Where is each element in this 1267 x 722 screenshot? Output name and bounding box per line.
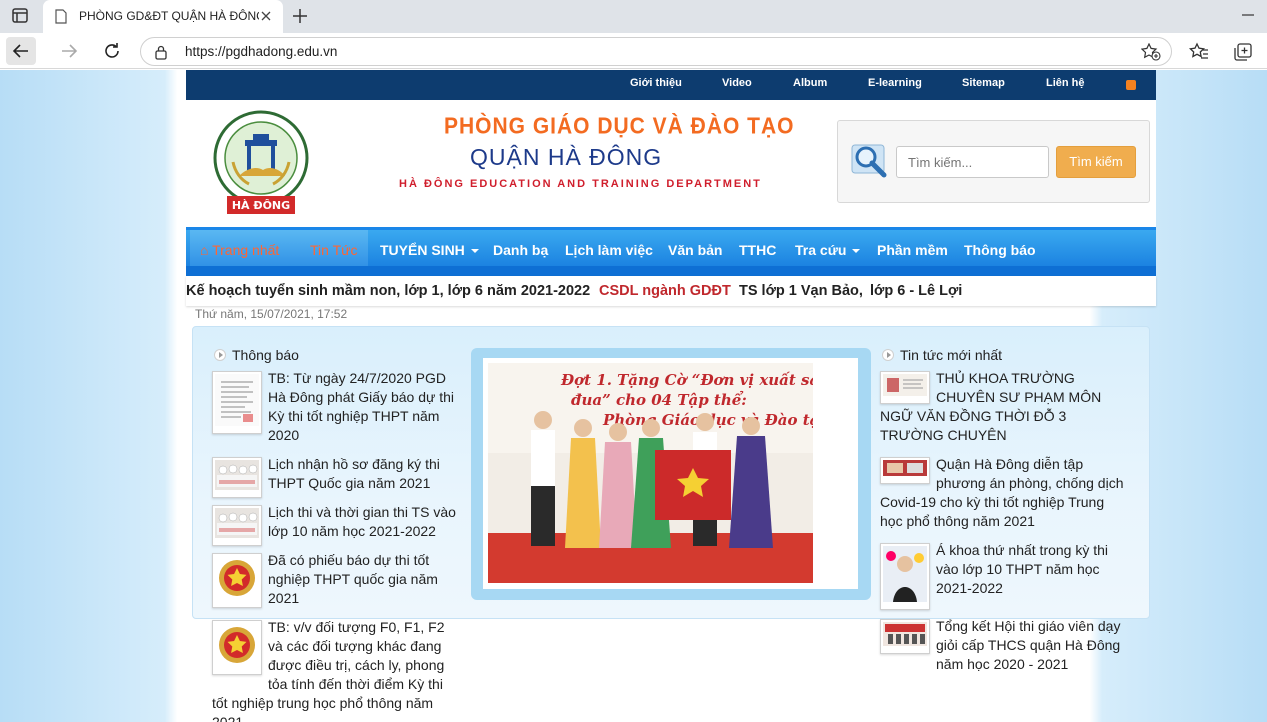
left-heading-label: Thông báo xyxy=(232,347,299,363)
slide-caption-line2: đua” cho 04 Tập thể: xyxy=(571,391,747,409)
article-thumbnail[interactable] xyxy=(880,457,930,484)
list-item-title: Tổng kết Hội thi giáo viên dạy giỏi cấp … xyxy=(936,618,1121,672)
logo-text: HÀ ĐÔNG xyxy=(232,199,290,212)
topnav-link-gioi-thieu[interactable]: Giới thiệu xyxy=(630,77,682,89)
list-item-title: Lịch nhận hồ sơ đăng ký thi THPT Quốc gi… xyxy=(268,456,440,491)
minimize-icon[interactable] xyxy=(1241,8,1255,22)
article-thumbnail[interactable] xyxy=(880,543,930,610)
url-text: https://pgdhadong.edu.vn xyxy=(185,44,338,59)
search-icon xyxy=(850,141,890,181)
topnav-link-sitemap[interactable]: Sitemap xyxy=(962,77,1005,89)
topnav-link-album[interactable]: Album xyxy=(793,77,827,89)
search-input[interactable] xyxy=(896,146,1049,178)
caret-down-icon xyxy=(852,249,861,254)
rss-icon[interactable] xyxy=(1126,80,1136,90)
news-ticker: Kế hoạch tuyển sinh mầm non, lớp 1, lớp … xyxy=(186,276,1156,306)
list-item[interactable]: Á khoa thứ nhất trong kỳ thi vào lớp 10 … xyxy=(880,541,1130,612)
list-item-title: Á khoa thứ nhất trong kỳ thi vào lớp 10 … xyxy=(936,542,1109,596)
document-thumbnail[interactable] xyxy=(212,371,262,434)
featured-photo[interactable]: Đợt 1. Tặng Cờ “Đơn vị xuất sắc p đua” c… xyxy=(483,358,858,589)
list-item[interactable]: Lịch nhận hồ sơ đăng ký thi THPT Quốc gi… xyxy=(212,455,462,500)
slide-caption-line3: Phòng Giáo dục và Đào tạo c xyxy=(602,411,844,429)
browser-tab[interactable]: PHÒNG GD&ĐT QUẬN HÀ ĐÔNG xyxy=(43,0,283,33)
ticker-item[interactable]: TS lớp 1 Vạn Bảo, xyxy=(739,283,863,299)
topnav-link-lien-he[interactable]: Liên hệ xyxy=(1046,77,1085,89)
list-item[interactable]: TB: v/v đối tượng F0, F1, F2 và các đối … xyxy=(212,618,462,722)
award-flag xyxy=(655,450,731,520)
right-heading-label: Tin tức mới nhất xyxy=(900,347,1003,363)
list-item[interactable]: Đã có phiếu báo dự thi tốt nghiệp THPT q… xyxy=(212,551,462,610)
favorites-icon[interactable] xyxy=(1188,41,1210,63)
featured-slideshow[interactable]: Đợt 1. Tặng Cờ “Đơn vị xuất sắc p đua” c… xyxy=(471,348,871,600)
site-title-line2: QUẬN HÀ ĐÔNG xyxy=(470,144,663,170)
reload-button[interactable] xyxy=(97,37,127,65)
students-thumbnail[interactable] xyxy=(212,505,262,546)
bullet-icon xyxy=(214,349,226,361)
list-item[interactable]: THỦ KHOA TRƯỜNG CHUYÊN SƯ PHẠM MÔN NGỮ V… xyxy=(880,369,1130,445)
right-column-heading: Tin tức mới nhất xyxy=(882,347,1002,363)
caret-down-icon xyxy=(470,249,479,254)
back-button[interactable] xyxy=(6,37,36,65)
tab-actions-icon[interactable] xyxy=(8,5,32,27)
page-icon xyxy=(55,9,67,24)
add-favorite-icon[interactable] xyxy=(1140,42,1161,64)
list-item[interactable]: Lịch thi và thời gian thi TS vào lớp 10 … xyxy=(212,503,462,548)
lock-icon[interactable] xyxy=(154,44,168,63)
site-title-line1: PHÒNG GIÁO DỤC VÀ ĐÀO TẠO xyxy=(444,114,795,139)
nav-tuyen-sinh-label: TUYỂN SINH xyxy=(380,242,465,258)
nav-home-label: Trang nhất xyxy=(212,242,280,258)
site-title-line3: HÀ ĐÔNG EDUCATION AND TRAINING DEPARTMEN… xyxy=(399,178,762,190)
nav-tra-cuu-label: Tra cứu xyxy=(795,242,847,258)
list-item[interactable]: Tổng kết Hội thi giáo viên dạy giỏi cấp … xyxy=(880,617,1130,674)
article-thumbnail[interactable] xyxy=(880,371,930,404)
bullet-icon xyxy=(882,349,894,361)
nav-bottom-strip xyxy=(186,266,1156,276)
browser-tab-bar: PHÒNG GD&ĐT QUẬN HÀ ĐÔNG xyxy=(0,0,1267,33)
site-header: HÀ ĐÔNG PHÒNG GIÁO DỤC VÀ ĐÀO TẠO QUẬN H… xyxy=(186,100,1156,227)
list-item-title: TB: Từ ngày 24/7/2020 PGD Hà Đông phát G… xyxy=(268,370,455,443)
collections-icon[interactable] xyxy=(1232,41,1254,63)
topnav-link-elearning[interactable]: E-learning xyxy=(868,77,922,89)
tab-title: PHÒNG GD&ĐT QUẬN HÀ ĐÔNG xyxy=(79,9,259,23)
ticker-item[interactable]: lớp 6 - Lê Lợi xyxy=(870,283,962,299)
search-box: Tìm kiếm xyxy=(837,120,1150,203)
emblem-thumbnail[interactable] xyxy=(212,553,262,608)
forward-button[interactable] xyxy=(54,37,84,65)
url-field[interactable]: https://pgdhadong.edu.vn xyxy=(140,37,1172,66)
list-item[interactable]: TB: Từ ngày 24/7/2020 PGD Hà Đông phát G… xyxy=(212,369,462,445)
left-column-heading: Thông báo xyxy=(214,347,299,363)
site-logo[interactable]: HÀ ĐÔNG xyxy=(209,110,313,220)
article-thumbnail[interactable] xyxy=(880,619,930,654)
new-tab-icon[interactable] xyxy=(290,6,310,26)
search-button[interactable]: Tìm kiếm xyxy=(1056,146,1136,178)
address-bar: https://pgdhadong.edu.vn xyxy=(0,33,1267,69)
topnav-link-video[interactable]: Video xyxy=(722,77,752,89)
page-container: Giới thiệu Video Album E-learning Sitema… xyxy=(186,70,1156,722)
top-navigation: Giới thiệu Video Album E-learning Sitema… xyxy=(186,70,1156,100)
emblem-thumbnail[interactable] xyxy=(212,620,262,675)
list-item[interactable]: Quận Hà Đông diễn tập phương án phòng, c… xyxy=(880,455,1130,531)
list-item-title: Đã có phiếu báo dự thi tốt nghiệp THPT q… xyxy=(268,552,438,606)
current-datetime: Thứ năm, 15/07/2021, 17:52 xyxy=(195,307,348,321)
close-icon[interactable] xyxy=(259,9,273,23)
slide-caption-line1: Đợt 1. Tặng Cờ “Đơn vị xuất sắc p xyxy=(560,371,845,389)
students-thumbnail[interactable] xyxy=(212,457,262,498)
list-item-title: Lịch thi và thời gian thi TS vào lớp 10 … xyxy=(268,504,456,539)
web-page: Giới thiệu Video Album E-learning Sitema… xyxy=(0,70,1267,722)
home-icon: ⌂ xyxy=(200,242,209,258)
ticker-item[interactable]: CSDL ngành GDĐT xyxy=(599,283,731,299)
ticker-item[interactable]: Kế hoạch tuyển sinh mầm non, lớp 1, lớp … xyxy=(186,283,590,299)
